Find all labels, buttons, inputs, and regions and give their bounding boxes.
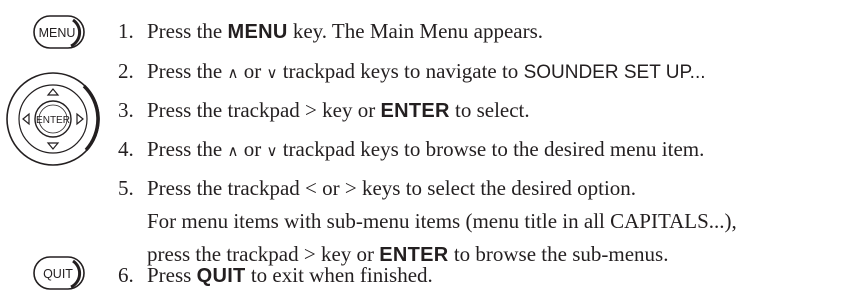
quit-keyword: QUIT bbox=[196, 265, 246, 287]
step-text: Press the trackpad > key or ENTER to sel… bbox=[147, 98, 530, 122]
up-key-symbol: ∧ bbox=[227, 64, 239, 82]
enter-keyword: ENTER bbox=[380, 100, 450, 122]
step-text: Press the MENU key. The Main Menu appear… bbox=[147, 19, 544, 43]
quit-key-icon: QUIT bbox=[33, 256, 85, 290]
down-key-symbol: ∨ bbox=[266, 64, 278, 82]
step-text: Press QUIT to exit when finished. bbox=[147, 263, 433, 287]
step-text: Press the ∧ or ∨ trackpad keys to naviga… bbox=[147, 59, 706, 83]
step-text: Press the ∧ or ∨ trackpad keys to browse… bbox=[147, 137, 705, 161]
step-text: Press the trackpad < or > keys to select… bbox=[147, 176, 737, 266]
menu-key-icon: MENU bbox=[33, 15, 85, 49]
step-number: 6. bbox=[118, 263, 134, 287]
step-number: 2. bbox=[118, 59, 134, 83]
menu-reference: SOUNDER SET UP... bbox=[523, 62, 706, 83]
down-key-symbol: ∨ bbox=[266, 142, 278, 160]
step-number: 4. bbox=[118, 137, 134, 161]
trackpad-enter-icon: ENTER bbox=[6, 72, 100, 166]
quit-key-label: QUIT bbox=[43, 267, 73, 281]
step-number: 3. bbox=[118, 98, 134, 122]
up-key-symbol: ∧ bbox=[227, 142, 239, 160]
trackpad-enter-label: ENTER bbox=[36, 115, 70, 126]
menu-keyword: MENU bbox=[227, 21, 288, 43]
menu-key-label: MENU bbox=[39, 26, 76, 40]
step-number: 1. bbox=[118, 19, 134, 43]
step-number: 5. bbox=[118, 176, 134, 200]
